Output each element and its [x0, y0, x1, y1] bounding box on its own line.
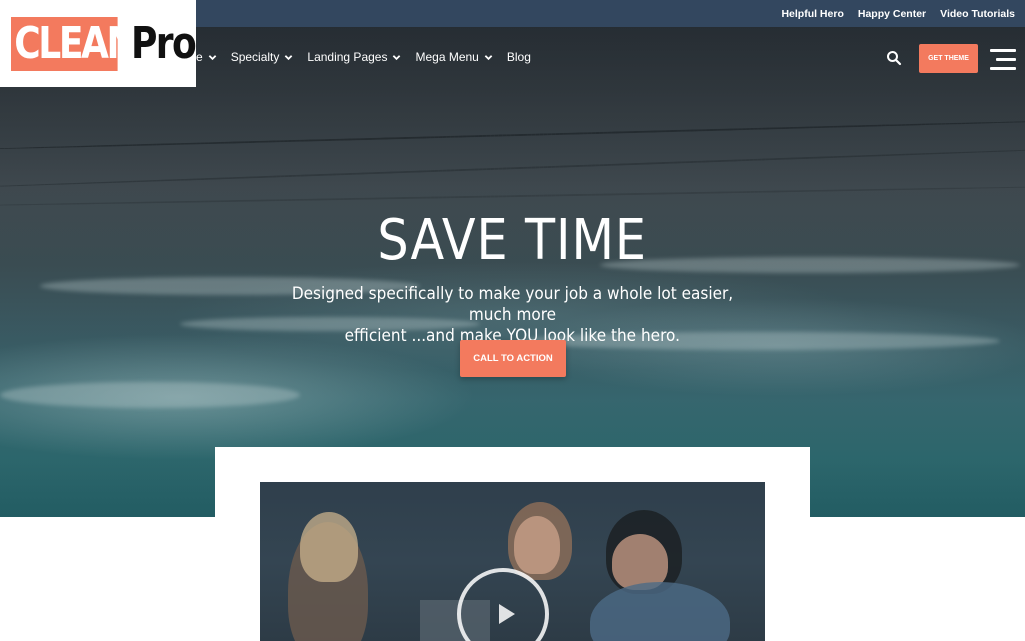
video-tutorials-link[interactable]: Video Tutorials: [940, 8, 1015, 20]
hero-subtitle-line1: Designed specifically to make your job a…: [291, 284, 734, 325]
video-person: [590, 582, 730, 641]
nav-item-home[interactable]: e: [196, 50, 217, 64]
video-card: [215, 447, 810, 641]
utility-links: Helpful Hero Happy Center Video Tutorial…: [781, 0, 1015, 27]
nav-item-label: Mega Menu: [415, 50, 479, 64]
nav-item-label: Specialty: [230, 50, 280, 64]
shoreline-texture: [0, 185, 1025, 207]
helpful-hero-link[interactable]: Helpful Hero: [781, 8, 843, 20]
logo-pro-text: Pro: [131, 18, 197, 69]
nav-item-specialty[interactable]: Specialty: [231, 50, 294, 64]
shoreline-texture: [0, 147, 1025, 189]
wave-foam: [0, 382, 300, 408]
nav-item-blog[interactable]: Blog: [507, 50, 531, 64]
hamburger-menu-icon[interactable]: [990, 47, 1016, 71]
video-person: [300, 512, 358, 582]
chevron-down-icon: [484, 54, 493, 60]
nav-item-label: Blog: [506, 50, 531, 64]
hero-title-text: SAVE TIME: [377, 208, 648, 273]
nav-item-landing-pages[interactable]: Landing Pages: [307, 50, 401, 64]
chevron-down-icon: [393, 54, 401, 60]
hero-title: SAVE TIME: [0, 208, 1025, 273]
logo-clean-text: CLEAN: [11, 16, 137, 71]
nav-item-mega-menu[interactable]: Mega Menu: [415, 50, 493, 64]
nav-item-label: Landing Pages: [307, 50, 388, 64]
main-nav: e Specialty Landing Pages Mega Menu Blog: [196, 47, 545, 67]
site-logo[interactable]: CLEAN Pro: [0, 0, 197, 87]
nav-item-label: e: [196, 50, 203, 64]
chevron-down-icon: [285, 54, 293, 60]
get-theme-button[interactable]: GET THEME: [919, 44, 978, 73]
video-person: [514, 516, 560, 574]
happy-center-link[interactable]: Happy Center: [858, 8, 926, 20]
hero-subtitle: Designed specifically to make your job a…: [250, 284, 775, 347]
shoreline-texture: [0, 119, 1025, 151]
call-to-action-button[interactable]: CALL TO ACTION: [460, 340, 566, 377]
search-icon[interactable]: [886, 50, 902, 66]
video-player[interactable]: [260, 482, 765, 641]
chevron-down-icon: [208, 54, 216, 60]
